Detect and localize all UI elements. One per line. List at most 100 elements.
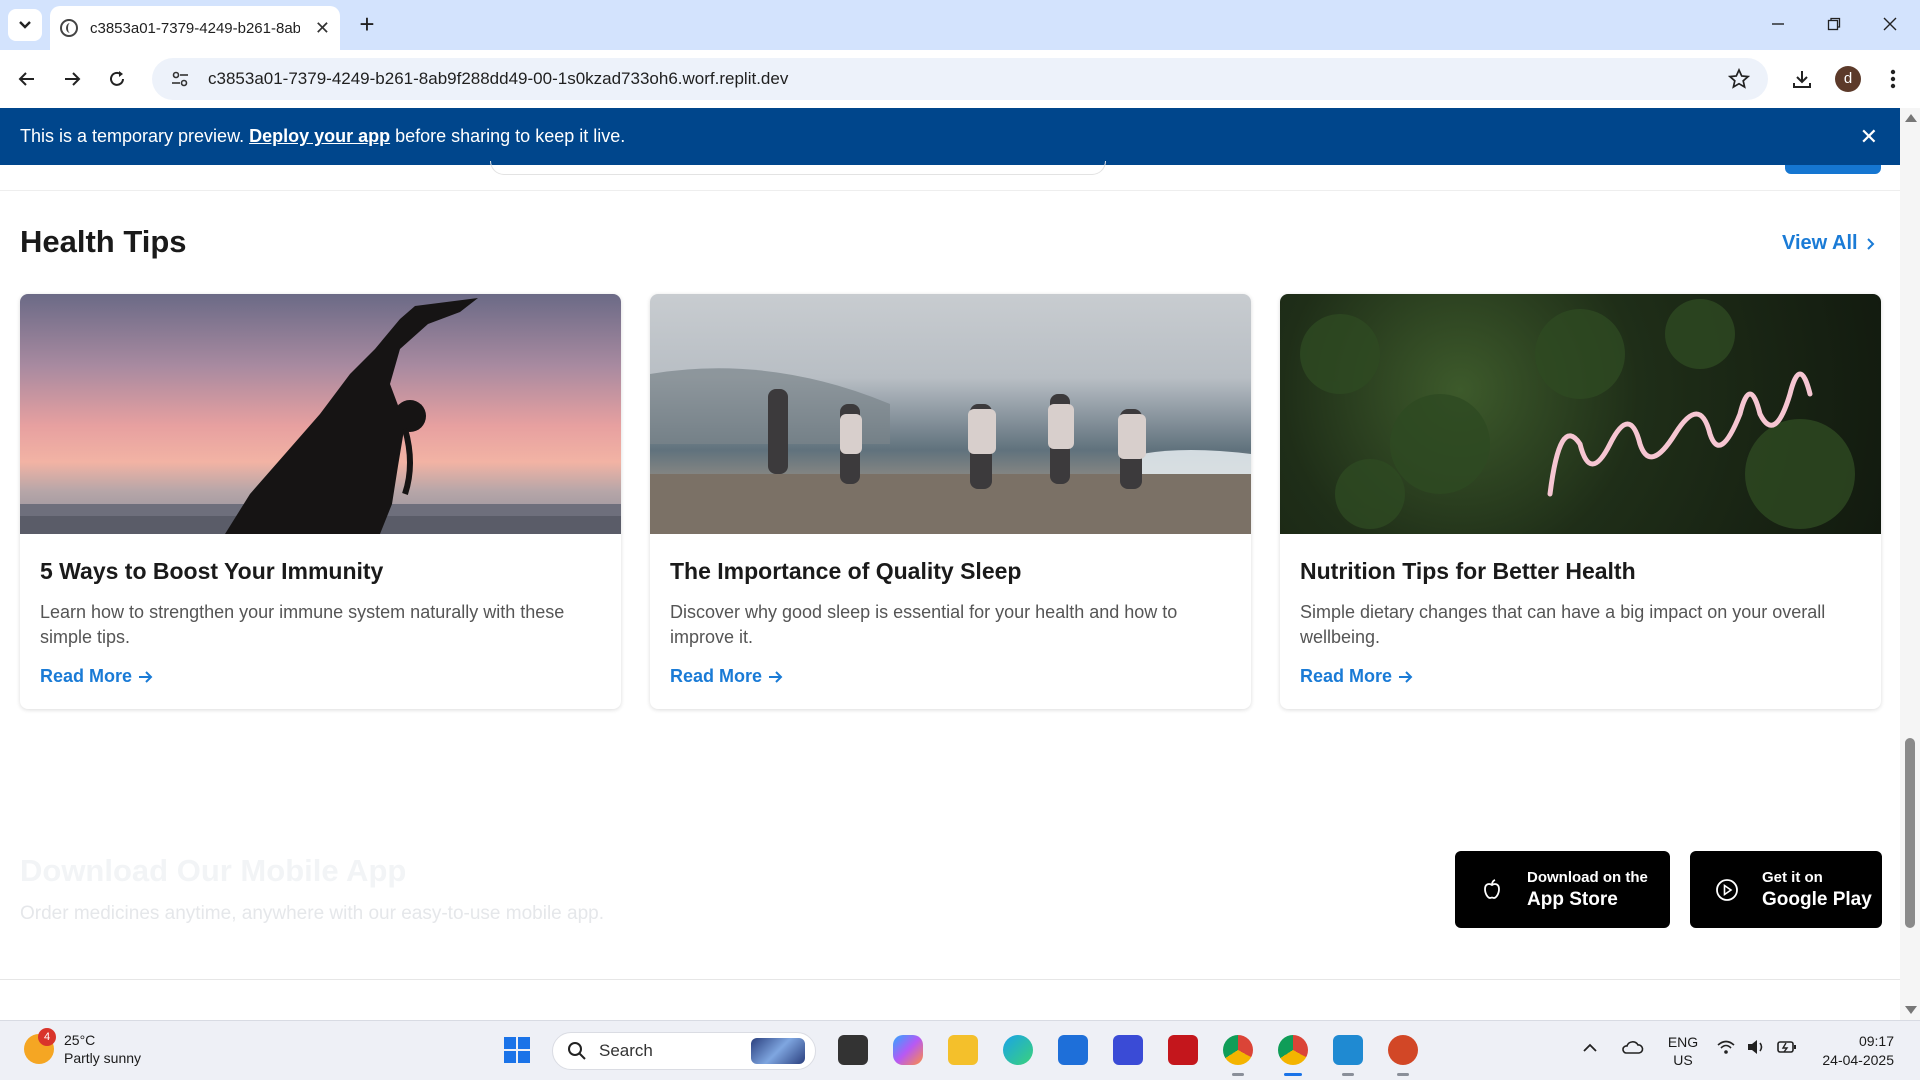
edge-browser-icon[interactable] xyxy=(1003,1035,1033,1065)
more-vertical-icon xyxy=(1890,69,1896,89)
deploy-link[interactable]: Deploy your app xyxy=(249,126,390,147)
file-explorer-icon[interactable] xyxy=(948,1035,978,1065)
preview-banner: This is a temporary preview. Deploy your… xyxy=(0,108,1900,165)
scroll-up-arrow-icon[interactable] xyxy=(1905,114,1917,122)
chrome-profile-icon[interactable] xyxy=(1278,1035,1308,1065)
clock-date: 24-04-2025 xyxy=(1822,1052,1894,1068)
card-title: 5 Ways to Boost Your Immunity xyxy=(40,558,384,584)
powerpoint-icon[interactable] xyxy=(1388,1035,1418,1065)
view-all-label: View All xyxy=(1782,232,1858,254)
mcafee-icon[interactable] xyxy=(1168,1035,1198,1065)
new-tab-button[interactable]: + xyxy=(352,10,382,40)
health-tip-card[interactable]: 5 Ways to Boost Your Immunity Learn how … xyxy=(20,294,621,709)
forward-button[interactable] xyxy=(57,64,87,94)
health-tips-title: Health Tips xyxy=(20,224,187,259)
app-store-big-text: App Store xyxy=(1527,888,1618,910)
health-tip-card[interactable]: The Importance of Quality Sleep Discover… xyxy=(650,294,1251,709)
back-button[interactable] xyxy=(12,64,42,94)
yoga-sunset-image xyxy=(20,294,621,534)
minimize-icon xyxy=(1772,23,1784,25)
onedrive-cloud-icon[interactable] xyxy=(1620,1039,1644,1059)
math-app-icon[interactable] xyxy=(1113,1035,1143,1065)
banner-text-before: This is a temporary preview. xyxy=(20,126,245,146)
reload-button[interactable] xyxy=(102,64,132,94)
vscode-icon[interactable] xyxy=(1333,1035,1363,1065)
tray-overflow-chevron-icon[interactable] xyxy=(1582,1039,1598,1057)
read-more-link[interactable]: Read More xyxy=(1300,666,1414,687)
wifi-icon[interactable] xyxy=(1716,1039,1736,1059)
profile-avatar[interactable]: d xyxy=(1835,66,1861,92)
url-text: c3853a01-7379-4249-b261-8ab9f288dd49-00-… xyxy=(208,69,789,88)
tab-search-button[interactable] xyxy=(8,9,42,41)
app-store-small-text: Download on the xyxy=(1527,868,1648,886)
active-app-indicator xyxy=(1284,1073,1302,1076)
arrow-right-icon xyxy=(65,72,81,86)
chrome-icon[interactable] xyxy=(1223,1035,1253,1065)
neon-sign-plants-image xyxy=(1280,294,1881,534)
read-more-link[interactable]: Read More xyxy=(670,666,784,687)
banner-close-icon[interactable]: ✕ xyxy=(1860,124,1878,150)
bookmark-star-icon[interactable] xyxy=(1728,68,1750,90)
banner-text-after: before sharing to keep it live. xyxy=(395,126,626,146)
card-title: The Importance of Quality Sleep xyxy=(670,558,1022,584)
site-settings-icon[interactable] xyxy=(170,69,190,89)
google-play-big-text: Google Play xyxy=(1762,888,1872,910)
minimize-button[interactable] xyxy=(1758,8,1798,40)
globe-icon xyxy=(60,19,78,37)
task-view-icon[interactable] xyxy=(838,1035,868,1065)
read-more-link[interactable]: Read More xyxy=(40,666,154,687)
reload-icon xyxy=(110,71,124,86)
footer-divider xyxy=(0,979,1900,980)
search-highlight-icon xyxy=(751,1038,805,1064)
health-tip-card[interactable]: Nutrition Tips for Better Health Simple … xyxy=(1280,294,1881,709)
app-store-button[interactable]: Download on the App Store xyxy=(1455,851,1670,928)
beach-yoga-image xyxy=(650,294,1251,534)
address-bar[interactable]: c3853a01-7379-4249-b261-8ab9f288dd49-00-… xyxy=(152,58,1768,100)
read-more-label: Read More xyxy=(40,666,133,686)
page-scrollbar[interactable] xyxy=(1900,108,1920,1020)
scroll-down-arrow-icon[interactable] xyxy=(1905,1006,1917,1014)
windows-start-icon[interactable] xyxy=(502,1035,532,1065)
header-button-edge[interactable] xyxy=(1785,165,1881,174)
play-circle-icon xyxy=(1716,878,1738,901)
close-window-button[interactable] xyxy=(1870,8,1910,40)
clock-time: 09:17 xyxy=(1858,1033,1894,1049)
volume-icon[interactable] xyxy=(1746,1039,1766,1059)
language-indicator[interactable]: ENG US xyxy=(1665,1033,1701,1069)
taskbar-search[interactable]: Search xyxy=(552,1032,816,1070)
view-all-link[interactable]: View All xyxy=(1782,232,1876,255)
running-indicator xyxy=(1232,1073,1244,1076)
tab-title: c3853a01-7379-4249-b261-8ab9f288dd49 xyxy=(90,19,300,37)
search-icon xyxy=(568,1042,586,1060)
browser-toolbar: c3853a01-7379-4249-b261-8ab9f288dd49-00-… xyxy=(0,50,1920,108)
microsoft-store-icon[interactable] xyxy=(1058,1035,1088,1065)
weather-badge: 4 xyxy=(38,1028,56,1046)
system-clock[interactable]: 09:17 24-04-2025 xyxy=(1812,1032,1894,1070)
google-play-button[interactable]: Get it on Google Play xyxy=(1690,851,1882,928)
browser-menu-button[interactable] xyxy=(1878,64,1908,94)
card-title: Nutrition Tips for Better Health xyxy=(1300,558,1636,584)
language-code: ENG xyxy=(1667,1034,1699,1050)
tab-close-icon[interactable]: ✕ xyxy=(315,18,330,39)
restore-button[interactable] xyxy=(1814,8,1854,40)
copilot-icon[interactable] xyxy=(893,1035,923,1065)
google-play-small-text: Get it on xyxy=(1762,868,1823,886)
card-description: Learn how to strengthen your immune syst… xyxy=(40,602,565,647)
download-app-title: Download Our Mobile App xyxy=(20,853,407,888)
battery-icon[interactable] xyxy=(1776,1039,1798,1059)
download-icon xyxy=(1793,71,1811,88)
downloads-button[interactable] xyxy=(1787,64,1817,94)
taskbar-search-label: Search xyxy=(599,1041,653,1060)
read-more-label: Read More xyxy=(1300,666,1393,686)
arrow-right-icon xyxy=(769,670,783,683)
partly-sunny-icon: 4 xyxy=(24,1028,56,1064)
scroll-thumb[interactable] xyxy=(1905,738,1915,928)
download-app-subtitle: Order medicines anytime, anywhere with o… xyxy=(20,903,604,924)
arrow-left-icon xyxy=(18,72,34,86)
chevron-right-icon xyxy=(1866,237,1875,250)
site-search-bar-edge[interactable] xyxy=(490,161,1106,175)
keyboard-region: US xyxy=(1673,1052,1693,1068)
weather-widget[interactable]: 4 25°C Partly sunny xyxy=(24,1028,141,1067)
chevron-down-icon xyxy=(19,21,31,29)
browser-tab-active[interactable]: c3853a01-7379-4249-b261-8ab9f288dd49 ✕ xyxy=(50,6,340,50)
